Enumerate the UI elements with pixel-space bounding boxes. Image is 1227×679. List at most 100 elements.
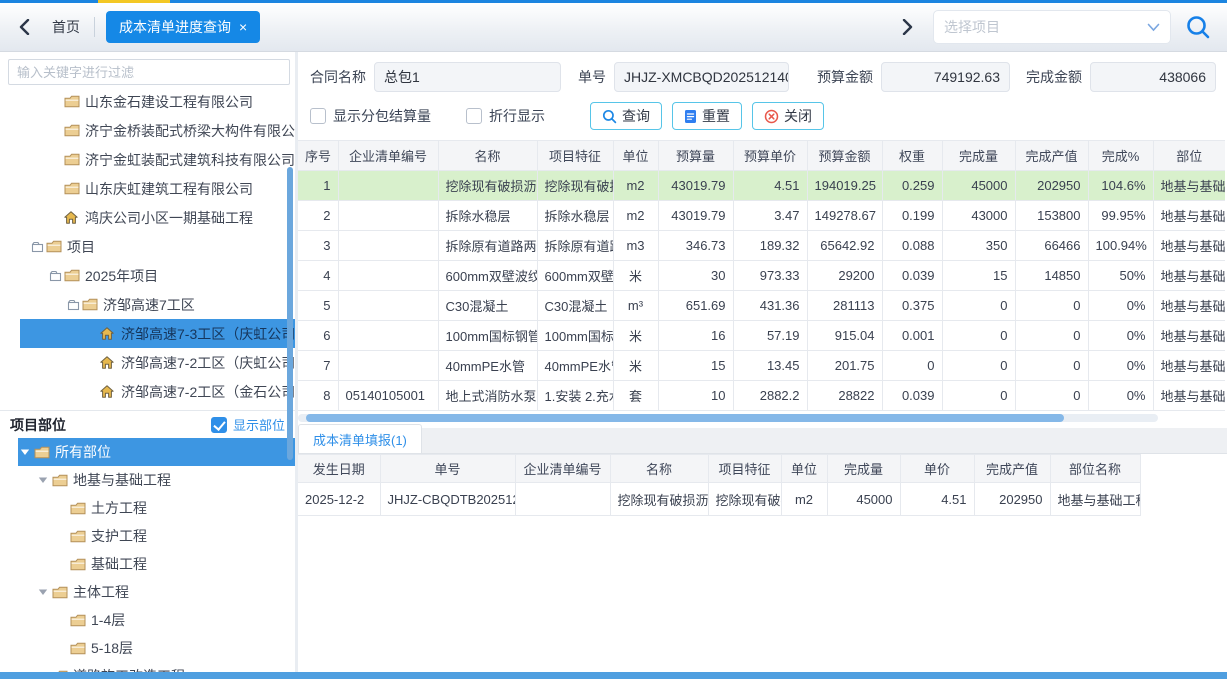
caret-down-icon[interactable] — [34, 585, 52, 599]
show-parts-checkbox[interactable] — [211, 417, 227, 433]
scrollbar-thumb[interactable] — [306, 414, 1064, 422]
checkbox-box[interactable] — [310, 108, 326, 124]
nav-forward-chevron-icon[interactable] — [893, 13, 921, 41]
detail-row[interactable]: 2025-12-2JHJZ-CBQDTB202512挖除现有破损沥青挖除现有破损… — [298, 483, 1140, 516]
column-header[interactable]: 发生日期 — [298, 455, 380, 483]
table-row[interactable]: 5C30混凝土C30混凝土m³651.69431.362811130.37500… — [298, 291, 1225, 321]
column-header[interactable]: 企业清单编号 — [515, 455, 610, 483]
table-horizontal-scrollbar[interactable] — [298, 414, 1158, 422]
field-label: 合同名称 — [310, 67, 366, 87]
page-horizontal-scrollbar[interactable] — [0, 672, 1227, 679]
project-tree-item[interactable]: 济宁金桥装配式桥梁大构件有限公 — [0, 116, 295, 145]
project-tree-item[interactable]: 项目 — [0, 232, 295, 261]
table-cell: m2 — [613, 171, 658, 201]
table-row[interactable]: 3拆除原有道路两侧拆除原有道路m3346.73189.3265642.920.0… — [298, 231, 1225, 261]
table-cell: 350 — [942, 231, 1015, 261]
table-row[interactable]: 740mmPE水管40mmPE水管米1513.45201.750000%地基与基… — [298, 351, 1225, 381]
column-header[interactable]: 完成量 — [827, 455, 900, 483]
column-header[interactable]: 单号 — [380, 455, 515, 483]
parts-tree-item[interactable]: 5-18层 — [0, 634, 295, 662]
parts-tree-item[interactable]: 道路施工改造工程 — [0, 662, 295, 672]
tab-close-icon[interactable]: × — [239, 20, 247, 34]
column-header[interactable]: 完成% — [1088, 141, 1153, 171]
tab-divider — [94, 17, 95, 37]
nav-back-chevron-icon[interactable] — [10, 13, 38, 41]
table-cell: 0 — [1015, 351, 1088, 381]
table-row[interactable]: 6100mm国标钢管100mm国标钢管米1657.19915.040.00100… — [298, 321, 1225, 351]
tree-indent-slot — [46, 182, 64, 196]
field-value-input[interactable]: 749192.63 — [881, 62, 1010, 92]
tree-expand-icon[interactable] — [28, 240, 46, 254]
tab-home[interactable]: 首页 — [52, 17, 80, 37]
column-header[interactable]: 预算金额 — [807, 141, 882, 171]
parts-tree-item[interactable]: 支护工程 — [0, 522, 295, 550]
column-header[interactable]: 企业清单编号 — [338, 141, 438, 171]
table-cell: 2882.2 — [733, 381, 807, 411]
parts-tree: 所有部位地基与基础工程土方工程支护工程基础工程主体工程1-4层5-18层道路施工… — [0, 438, 295, 672]
column-header[interactable]: 预算量 — [658, 141, 733, 171]
search-icon[interactable] — [1185, 14, 1211, 40]
parts-tree-item[interactable]: 主体工程 — [0, 578, 295, 606]
tab-cost-list-fill[interactable]: 成本清单填报(1) — [298, 424, 422, 453]
column-header[interactable]: 完成产值 — [1015, 141, 1088, 171]
table-cell: 194019.25 — [807, 171, 882, 201]
project-tree-item[interactable]: 山东金石建设工程有限公司 — [0, 87, 295, 116]
tab-cost-list-progress[interactable]: 成本清单进度查询 × — [106, 11, 260, 43]
sidebar-scrollbar[interactable] — [287, 167, 293, 460]
table-row[interactable]: 4600mm双壁波纹管600mm双壁波纹米30973.33292000.0391… — [298, 261, 1225, 291]
column-header[interactable]: 项目特征 — [708, 455, 781, 483]
column-header[interactable]: 序号 — [298, 141, 338, 171]
project-tree-item[interactable]: 济邹高速7工区 — [0, 290, 295, 319]
column-header[interactable]: 名称 — [438, 141, 537, 171]
column-header[interactable]: 单价 — [900, 455, 974, 483]
field-value-input[interactable]: JHJZ-XMCBQD20251214001 — [614, 62, 789, 92]
tree-indent-slot — [52, 613, 70, 627]
tree-expand-icon[interactable] — [64, 298, 82, 312]
table-row[interactable]: 1挖除现有破损沥青路面挖除现有破损沥青m243019.794.51194019.… — [298, 171, 1225, 201]
doc-number-link[interactable]: JHJZ-CBQDTB202512 — [380, 483, 515, 516]
parts-tree-item[interactable]: 基础工程 — [0, 550, 295, 578]
caret-down-icon[interactable] — [16, 445, 34, 459]
project-tree-item[interactable]: 2025年项目 — [0, 261, 295, 290]
column-header[interactable]: 完成量 — [942, 141, 1015, 171]
parts-tree-item[interactable]: 所有部位 — [0, 438, 295, 466]
project-tree-item[interactable]: 济邹高速7-2工区（庆虹公司 — [0, 348, 295, 377]
toolbar-checkbox[interactable]: 显示分包结算量 — [310, 106, 431, 126]
show-parts-toggle[interactable]: 显示部位 — [211, 415, 285, 434]
column-header[interactable]: 名称 — [610, 455, 708, 483]
tree-expand-icon[interactable] — [46, 269, 64, 283]
tree-filter-input[interactable] — [8, 59, 290, 85]
search-button[interactable]: 查询 — [590, 102, 662, 130]
column-header[interactable]: 部位 — [1153, 141, 1225, 171]
table-row[interactable]: 2拆除水稳层拆除水稳层m243019.793.47149278.670.1994… — [298, 201, 1225, 231]
project-tree-item[interactable]: 鸿庆公司小区一期基础工程 — [0, 203, 295, 232]
column-header[interactable]: 权重 — [882, 141, 942, 171]
column-header[interactable]: 单位 — [781, 455, 827, 483]
table-row[interactable]: 805140105001地上式消防水泵接合器1.安装 2.充水试验套102882… — [298, 381, 1225, 411]
parts-tree-item[interactable]: 土方工程 — [0, 494, 295, 522]
table-cell: 104.6% — [1088, 171, 1153, 201]
column-header[interactable]: 部位名称 — [1050, 455, 1140, 483]
column-header[interactable]: 完成产值 — [974, 455, 1050, 483]
caret-down-icon[interactable] — [34, 473, 52, 487]
project-tree-item[interactable]: 济邹高速7-2工区（金石公司 — [0, 377, 295, 406]
field-value-input[interactable]: 总包1 — [374, 62, 561, 92]
chevron-down-icon[interactable] — [1147, 20, 1160, 35]
close-button[interactable]: 关闭 — [752, 102, 824, 130]
tree-indent-slot — [52, 529, 70, 543]
project-tree-item[interactable]: 济宁金虹装配式建筑科技有限公司 — [0, 145, 295, 174]
table-cell: 346.73 — [658, 231, 733, 261]
toolbar-checkbox[interactable]: 折行显示 — [466, 106, 545, 126]
column-header[interactable]: 预算单价 — [733, 141, 807, 171]
project-tree-item[interactable]: 济邹高速7-3工区（庆虹公司 — [0, 319, 295, 348]
parts-tree-item[interactable]: 1-4层 — [0, 606, 295, 634]
project-tree-item[interactable]: 山东庆虹建筑工程有限公司 — [0, 174, 295, 203]
reset-button[interactable]: 重置 — [672, 102, 742, 130]
field-value-input[interactable]: 438066 — [1090, 62, 1216, 92]
project-select[interactable]: 选择项目 — [933, 10, 1171, 44]
parts-tree-item[interactable]: 地基与基础工程 — [0, 466, 295, 494]
tree-item-label: 济宁金虹装配式建筑科技有限公司 — [85, 150, 295, 170]
column-header[interactable]: 单位 — [613, 141, 658, 171]
checkbox-box[interactable] — [466, 108, 482, 124]
column-header[interactable]: 项目特征 — [537, 141, 613, 171]
